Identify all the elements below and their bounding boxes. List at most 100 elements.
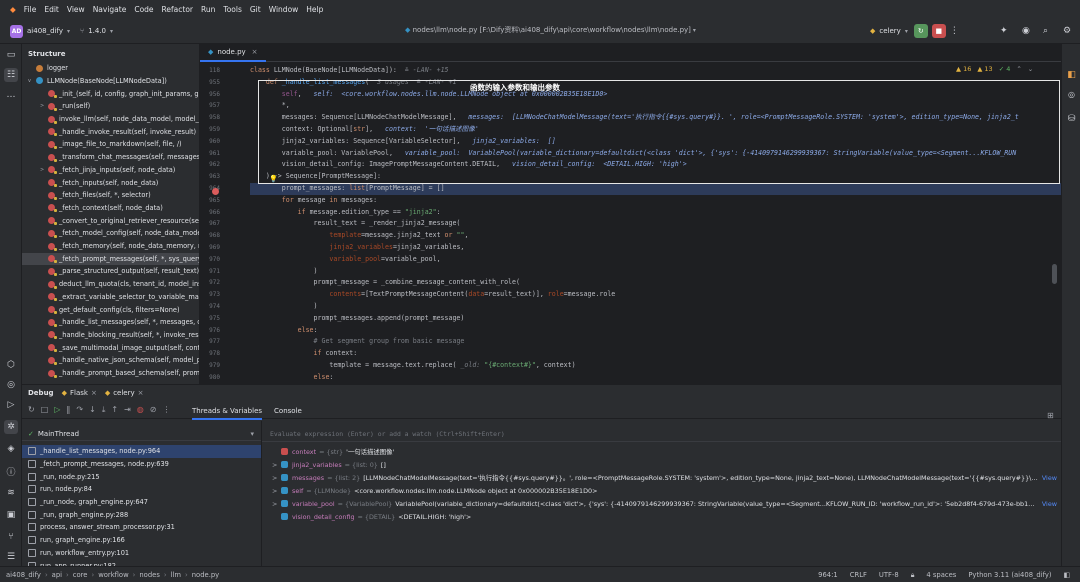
thread-selector[interactable]: ✓ MainThread ▾ xyxy=(22,427,261,441)
structure-item[interactable]: _handle_prompt_based_schema(self, prompt… xyxy=(22,367,199,380)
expand-arrow-icon[interactable]: > xyxy=(40,103,48,109)
structure-item[interactable]: _fetch_prompt_messages(self, *, sys_quer… xyxy=(22,252,199,266)
structure-item[interactable]: > _fetch_jinja_inputs(self, node_data) xyxy=(22,164,199,177)
breakpoints-icon[interactable]: ◍ xyxy=(137,405,144,414)
close-icon[interactable]: × xyxy=(252,48,258,56)
settings-icon[interactable]: ⚙ xyxy=(1063,26,1071,36)
stack-frame[interactable]: process, answer_stream_processor.py:31 xyxy=(22,521,261,534)
todo-icon[interactable]: ☰ xyxy=(4,550,18,564)
more-icon[interactable]: ⋮ xyxy=(950,26,959,36)
menu-code[interactable]: Code xyxy=(130,0,157,20)
breadcrumb-item[interactable]: node.py xyxy=(192,571,219,579)
debug-bug-icon[interactable]: ✲ xyxy=(4,420,18,434)
mute-breakpoints-icon[interactable]: ⊘ xyxy=(150,405,157,414)
ai-chat-icon[interactable]: ◎ xyxy=(1065,90,1078,99)
expand-arrow-icon[interactable]: > xyxy=(272,500,281,508)
indent-setting[interactable]: 4 spaces xyxy=(926,571,956,579)
variable-row[interactable]: context = {str} '一句话描述图像' xyxy=(272,445,1057,458)
notifications-icon[interactable]: ◧ xyxy=(1065,70,1078,80)
menu-view[interactable]: View xyxy=(63,0,89,20)
breadcrumb-item[interactable]: api xyxy=(52,571,62,579)
expand-arrow-icon[interactable]: > xyxy=(272,487,281,495)
caret-position[interactable]: 964:1 xyxy=(818,571,838,579)
rerun-icon[interactable]: ↻ xyxy=(28,405,35,414)
stack-frame[interactable]: _run, node.py:215 xyxy=(22,470,261,483)
menu-window[interactable]: Window xyxy=(265,0,303,20)
code-line[interactable]: ) -> Sequence[PromptMessage]: xyxy=(250,171,1061,183)
editor-scrollbar[interactable] xyxy=(1052,264,1057,284)
layers-icon[interactable]: ≋ xyxy=(4,486,18,500)
database-icon[interactable]: ⛁ xyxy=(1065,114,1078,124)
code-line[interactable]: def _handle_list_messages( 3 usages ≗ -L… xyxy=(250,77,1061,89)
step-out-icon[interactable]: ↑ xyxy=(111,405,118,414)
code-line[interactable]: # Get segment group from basic message xyxy=(250,336,1061,348)
code-line[interactable]: variable_pool=variable_pool, xyxy=(250,254,1061,266)
problems-icon[interactable]: ⓘ xyxy=(4,464,18,478)
code-line[interactable]: class LLMNode(BaseNode[LLMNodeData]): ≗ … xyxy=(250,65,1061,77)
code-line[interactable]: variable_pool: VariablePool, variable_po… xyxy=(250,148,1061,160)
code-line[interactable]: else: xyxy=(250,325,1061,337)
line-separator[interactable]: CRLF xyxy=(850,571,867,579)
structure-item[interactable]: logger xyxy=(22,62,199,75)
interpreter[interactable]: Python 3.11 (ai408_dify) xyxy=(968,571,1051,579)
code-line[interactable]: contents=[TextPromptMessageContent(data=… xyxy=(250,289,1061,301)
structure-item[interactable]: _parse_structured_output(self, result_te… xyxy=(22,265,199,278)
rerun-icon[interactable]: ↻ xyxy=(913,24,928,38)
ai-assistant-icon[interactable]: ✦ xyxy=(1000,26,1008,36)
code-line[interactable]: template=message.jinja2_text or "", xyxy=(250,230,1061,242)
stack-frame[interactable]: run, graph_engine.py:166 xyxy=(22,534,261,547)
code-line[interactable]: if context: xyxy=(250,348,1061,360)
tab-threads-variables[interactable]: Threads & Variables xyxy=(192,407,263,420)
structure-item[interactable]: _fetch_files(self, *, selector) xyxy=(22,189,199,202)
structure-item[interactable]: _handle_blocking_result(self, *, invoke_… xyxy=(22,329,199,342)
step-into-icon[interactable]: ↓ xyxy=(89,405,96,414)
profile-icon[interactable]: ◉ xyxy=(1022,26,1030,36)
breadcrumb-item[interactable]: workflow xyxy=(98,571,128,579)
project-name[interactable]: ai408_dify xyxy=(27,27,63,35)
tab-node-py[interactable]: ◆ node.py × xyxy=(200,44,266,62)
variable-row[interactable]: > messages = {list: 2} [LLMNodeChatModelMes… xyxy=(272,471,1057,484)
pause-icon[interactable]: ‖ xyxy=(66,405,70,414)
project-badge[interactable]: AD xyxy=(10,24,23,38)
structure-item[interactable]: get_default_config(cls, filters=None) xyxy=(22,303,199,316)
variable-row[interactable]: > jinja2_variables = {list: 0}[] xyxy=(272,458,1057,471)
menu-file[interactable]: File xyxy=(20,0,41,20)
code-line[interactable]: result_text = _render_jinja2_message( xyxy=(250,218,1061,230)
run-config-name[interactable]: celery xyxy=(879,27,900,35)
code-line[interactable]: ) xyxy=(250,301,1061,313)
structure-item[interactable]: _fetch_context(self, node_data) xyxy=(22,202,199,215)
menu-refactor[interactable]: Refactor xyxy=(158,0,197,20)
code-line[interactable]: jinja2_variables=jinja2_variables, xyxy=(250,242,1061,254)
tab-console[interactable]: Console xyxy=(274,407,302,420)
expand-arrow-icon[interactable]: > xyxy=(272,461,281,469)
structure-item[interactable]: _fetch_model_config(self, node_data_mode… xyxy=(22,227,199,240)
code-line[interactable]: if message.edition_type == "jinja2": xyxy=(250,207,1061,219)
run-icon[interactable]: ▷ xyxy=(4,398,18,412)
evaluate-input[interactable]: Evaluate expression (Enter) or add a wat… xyxy=(262,426,1061,442)
run-configuration[interactable]: ◆ celery ▾ ↻ ■ ⋮ xyxy=(870,24,959,38)
more-tools-icon[interactable]: … xyxy=(4,88,18,102)
menu-edit[interactable]: Edit xyxy=(40,0,63,20)
menu-git[interactable]: Git xyxy=(246,0,265,20)
chevron-down-icon[interactable]: ▾ xyxy=(67,28,70,35)
stack-frame[interactable]: _handle_list_messages, node.py:964 xyxy=(22,445,261,458)
step-over-icon[interactable]: ↷ xyxy=(76,405,83,414)
structure-icon[interactable]: ☷ xyxy=(4,68,18,82)
lock-icon[interactable]: 🔒︎ xyxy=(911,571,915,580)
structure-item[interactable]: _handle_list_messages(self, *, messages,… xyxy=(22,316,199,329)
code-line[interactable]: messages: Sequence[LLMNodeChatModelMessa… xyxy=(250,112,1061,124)
chevron-down-icon[interactable]: ▾ xyxy=(110,28,113,35)
variable-row[interactable]: vision_detail_config = {DETAIL} <DETAIL.HI… xyxy=(272,510,1057,523)
code-line[interactable]: ) xyxy=(250,266,1061,278)
view-link[interactable]: View xyxy=(1042,500,1057,508)
stack-frame[interactable]: run, workflow_entry.py:101 xyxy=(22,547,261,560)
structure-item[interactable]: _fetch_inputs(self, node_data) xyxy=(22,176,199,189)
structure-item[interactable]: _handle_invoke_result(self, invoke_resul… xyxy=(22,126,199,139)
structure-item[interactable]: invoke_llm(self, node_data_model, model_… xyxy=(22,113,199,126)
stack-frame[interactable]: _run, graph_engine.py:288 xyxy=(22,509,261,522)
git-icon[interactable]: ⑂ xyxy=(4,530,18,544)
file-encoding[interactable]: UTF-8 xyxy=(879,571,899,579)
code-line[interactable]: prompt_message = _combine_message_conten… xyxy=(250,277,1061,289)
stack-frame[interactable]: _fetch_prompt_messages, node.py:639 xyxy=(22,458,261,471)
code-line[interactable]: vision_detail_config: ImagePromptMessage… xyxy=(250,159,1061,171)
